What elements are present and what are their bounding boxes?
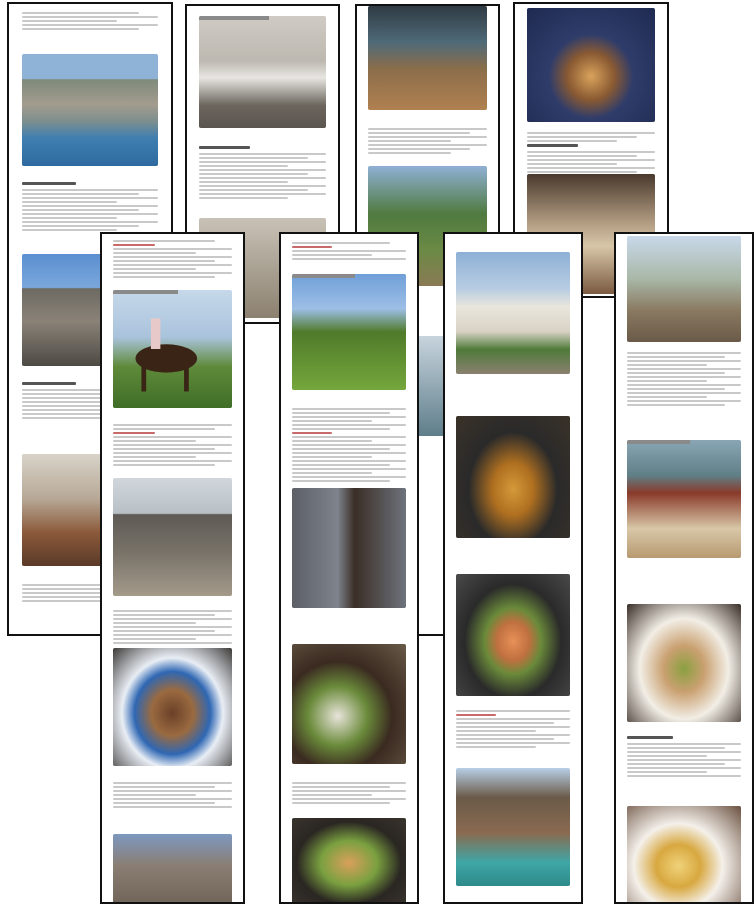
fish-and-chips-photo	[455, 416, 571, 538]
text-block	[626, 736, 742, 779]
text-block	[455, 710, 571, 750]
text-block	[21, 182, 159, 233]
text-block	[113, 424, 232, 468]
text-block	[113, 240, 232, 280]
text-block	[113, 610, 232, 646]
fine-dining-plate-photo	[626, 604, 742, 722]
bread-rolls-photo	[626, 806, 742, 902]
bar-interior-photo	[368, 6, 487, 110]
text-block	[626, 352, 742, 408]
text-block	[21, 12, 159, 32]
ice-cream-cone-photo	[626, 236, 742, 342]
food-plate-photo	[113, 648, 232, 766]
horse-riding-photo	[113, 290, 232, 408]
stone-building-photo	[113, 478, 232, 596]
hotel-bedroom-photo	[199, 16, 326, 128]
dessert-plate-photo	[527, 8, 655, 122]
text-block	[291, 782, 407, 806]
text-block	[113, 782, 232, 810]
food-plate-2-photo	[291, 818, 407, 902]
strip-6	[279, 232, 419, 904]
text-block	[291, 242, 407, 262]
strip-5	[100, 232, 245, 904]
text-block	[291, 408, 407, 484]
hotel-exterior-photo	[455, 252, 571, 374]
harbour-aerial-photo	[21, 54, 159, 166]
text-block	[527, 132, 655, 175]
salmon-dish-photo	[455, 574, 571, 696]
stone-archway-photo	[291, 488, 407, 608]
strip-8	[614, 232, 754, 904]
strip-7	[443, 232, 583, 904]
horse-icon	[135, 318, 198, 392]
flowers-wine-table-photo	[626, 440, 742, 558]
text-block	[199, 146, 326, 201]
man-on-grass-photo	[291, 274, 407, 390]
arch-entrance-photo	[113, 834, 232, 902]
sea-cliffs-photo	[455, 768, 571, 886]
text-block	[368, 128, 487, 156]
salad-bowl-photo	[291, 644, 407, 764]
